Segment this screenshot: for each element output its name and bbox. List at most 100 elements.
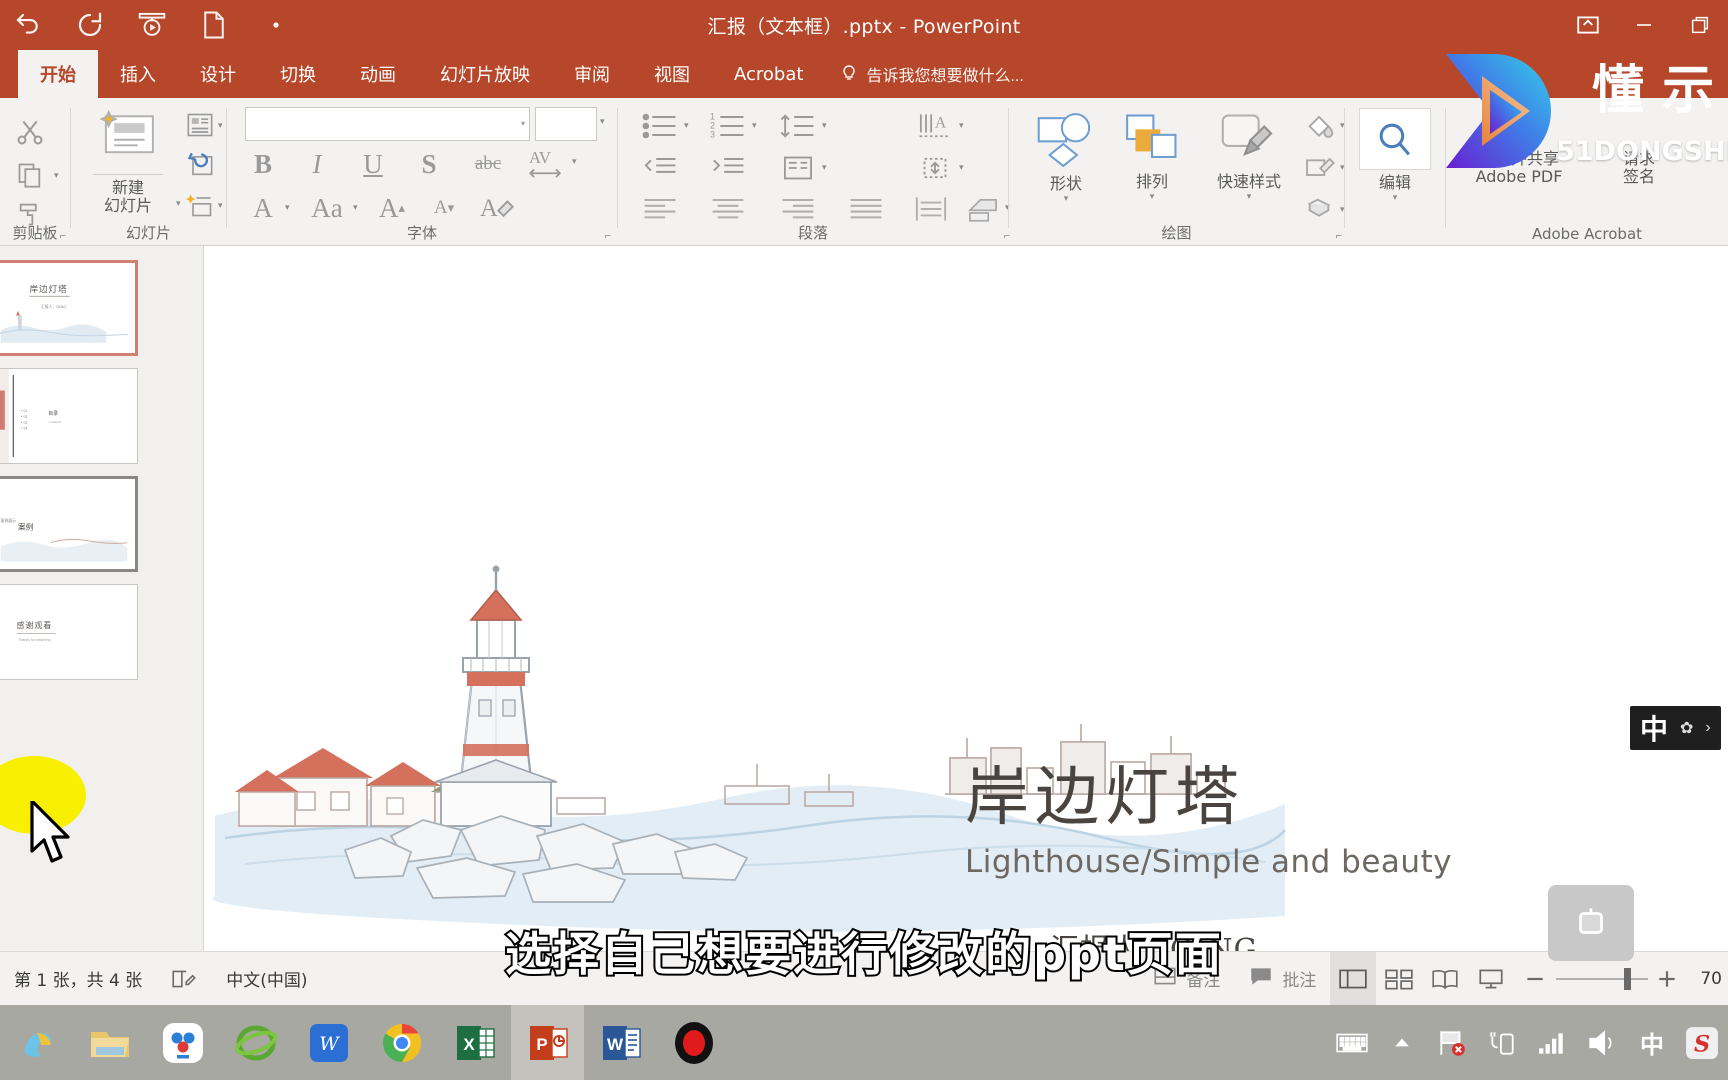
tab-slideshow[interactable]: 幻灯片放映	[418, 50, 552, 98]
slide-thumbnail-panel[interactable]: 岸边灯塔 汇报人：QING • 01 • 02 • 03 • 04 目录 con…	[0, 246, 204, 951]
increase-font-size-button[interactable]: A ▴	[371, 190, 413, 226]
edit-dropdown-icon[interactable]: ▾	[1393, 192, 1398, 203]
usb-icon[interactable]	[1480, 1005, 1524, 1080]
tab-design[interactable]: 设计	[178, 50, 258, 98]
arrange-button[interactable]: 排列 ▾	[1113, 110, 1191, 202]
recorder-icon[interactable]	[657, 1005, 730, 1080]
tell-me-box[interactable]: 告诉我您想要做什么...	[825, 50, 1037, 98]
shape-effects-icon[interactable]	[1299, 192, 1339, 226]
tab-review[interactable]: 审阅	[552, 50, 632, 98]
character-spacing-button[interactable]: AV	[523, 142, 571, 184]
bullets-dropdown-icon[interactable]: ▾	[684, 120, 689, 131]
numbering-button[interactable]: 1 2 3	[706, 108, 750, 144]
shapes-dropdown-icon[interactable]: ▾	[1064, 193, 1069, 204]
thumbnail-slide-1[interactable]: 岸边灯塔 汇报人：QING	[0, 260, 138, 356]
ime-more-icon[interactable]: ›	[1705, 719, 1710, 737]
clipboard-dialog-launcher[interactable]: ⌐	[60, 230, 66, 242]
keyboard-icon[interactable]	[1330, 1005, 1374, 1080]
section-icon[interactable]	[181, 188, 219, 222]
tab-transitions[interactable]: 切换	[258, 50, 338, 98]
bold-button[interactable]: B	[243, 146, 283, 182]
chrome-icon[interactable]	[365, 1005, 438, 1080]
flag-icon[interactable]	[1430, 1005, 1474, 1080]
reset-icon[interactable]	[181, 148, 219, 182]
section-dropdown-icon[interactable]: ▾	[218, 200, 223, 211]
strikethrough-button[interactable]: abc	[465, 146, 511, 182]
tab-insert[interactable]: 插入	[98, 50, 178, 98]
text-direction-dropdown-icon[interactable]: ▾	[959, 120, 964, 131]
align-left-button[interactable]	[638, 192, 682, 226]
new-slide-button[interactable]: 新建 幻灯片	[83, 108, 173, 216]
tab-acrobat[interactable]: Acrobat	[712, 50, 825, 98]
clear-formatting-button[interactable]: A	[475, 190, 519, 226]
slide-subtitle[interactable]: Lighthouse/Simple and beauty	[965, 844, 1452, 880]
internet-explorer-icon[interactable]	[219, 1005, 292, 1080]
layout-icon[interactable]	[181, 108, 219, 142]
copy-icon[interactable]	[8, 156, 52, 194]
line-spacing-dropdown-icon[interactable]: ▾	[822, 120, 827, 131]
font-dialog-launcher[interactable]: ⌐	[605, 230, 611, 242]
signal-icon[interactable]	[1530, 1005, 1574, 1080]
ime-indicator[interactable]: 中	[1630, 1005, 1674, 1080]
ribbon-display-options-icon[interactable]	[1560, 0, 1616, 50]
decrease-indent-button[interactable]	[638, 150, 682, 186]
new-slide-dropdown-icon[interactable]: ▾	[176, 198, 181, 209]
shapes-button[interactable]: 形状 ▾	[1027, 110, 1105, 204]
tab-home[interactable]: 开始	[18, 50, 98, 98]
font-name-dropdown-icon[interactable]: ▾	[521, 119, 525, 128]
increase-indent-button[interactable]	[706, 150, 750, 186]
shape-fill-icon[interactable]	[1299, 108, 1339, 142]
character-spacing-dropdown-icon[interactable]: ▾	[572, 156, 577, 167]
file-explorer-icon[interactable]	[73, 1005, 146, 1080]
arrange-dropdown-icon[interactable]: ▾	[1150, 191, 1155, 202]
edge-icon[interactable]	[0, 1005, 73, 1080]
line-spacing-button[interactable]	[776, 108, 820, 144]
font-size-input[interactable]	[535, 107, 597, 141]
sogou-icon[interactable]: S	[1680, 1005, 1724, 1080]
ime-mode-label[interactable]: 中	[1640, 708, 1668, 748]
text-shadow-button[interactable]: S	[409, 146, 449, 182]
quick-styles-dropdown-icon[interactable]: ▾	[1247, 191, 1252, 202]
word-icon[interactable]: W	[584, 1005, 657, 1080]
numbering-dropdown-icon[interactable]: ▾	[752, 120, 757, 131]
underline-button[interactable]: U	[353, 146, 393, 182]
drawing-dialog-launcher[interactable]: ⌐	[1336, 230, 1342, 242]
current-slide[interactable]: 岸边灯塔 Lighthouse/Simple and beauty 汇报人：QI…	[205, 246, 1728, 951]
columns-dropdown-icon[interactable]: ▾	[822, 162, 827, 173]
show-hidden-icons-icon[interactable]	[1380, 1005, 1424, 1080]
edit-find-button[interactable]: 编辑 ▾	[1357, 108, 1433, 203]
thumbnail-slide-3[interactable]: 案例 案例展示	[0, 476, 138, 572]
thumbnail-slide-4[interactable]: 感谢观看 Thanks for watching	[0, 584, 138, 680]
layout-dropdown-icon[interactable]: ▾	[218, 120, 223, 131]
font-color-button[interactable]: A	[243, 190, 283, 226]
change-case-dropdown-icon[interactable]: ▾	[353, 202, 358, 213]
ime-floating-bar[interactable]: 中 ✿ ›	[1630, 706, 1721, 750]
change-case-button[interactable]: Aa	[303, 190, 351, 226]
slide-title[interactable]: 岸边灯塔	[965, 746, 1245, 838]
wps-icon[interactable]: W	[292, 1005, 365, 1080]
shape-outline-icon[interactable]	[1299, 150, 1339, 184]
quick-styles-button[interactable]: 快速样式 ▾	[1199, 110, 1299, 202]
ime-settings-icon[interactable]: ✿	[1680, 718, 1693, 738]
align-center-button[interactable]	[706, 192, 750, 226]
align-text-dropdown-icon[interactable]: ▾	[959, 162, 964, 173]
tab-animations[interactable]: 动画	[338, 50, 418, 98]
font-color-dropdown-icon[interactable]: ▾	[285, 202, 290, 213]
volume-icon[interactable]	[1580, 1005, 1624, 1080]
cut-icon[interactable]	[8, 112, 52, 152]
baidu-netdisk-icon[interactable]	[146, 1005, 219, 1080]
font-size-dropdown-icon[interactable]: ▾	[600, 116, 605, 127]
decrease-font-size-button[interactable]: A ▾	[423, 190, 465, 226]
thumbnail-slide-2[interactable]: • 01 • 02 • 03 • 04 目录 contents	[0, 368, 138, 464]
minimize-button[interactable]	[1616, 0, 1672, 50]
columns-button[interactable]	[776, 150, 820, 186]
restore-button[interactable]	[1672, 0, 1728, 50]
excel-icon[interactable]: X	[438, 1005, 511, 1080]
powerpoint-icon[interactable]: P	[511, 1005, 584, 1080]
align-text-button[interactable]	[913, 150, 957, 186]
tab-view[interactable]: 视图	[632, 50, 712, 98]
text-direction-button[interactable]: A	[913, 108, 957, 144]
justify-button[interactable]	[844, 192, 888, 226]
italic-button[interactable]: I	[297, 146, 337, 182]
font-name-input[interactable]: ▾	[245, 107, 530, 141]
